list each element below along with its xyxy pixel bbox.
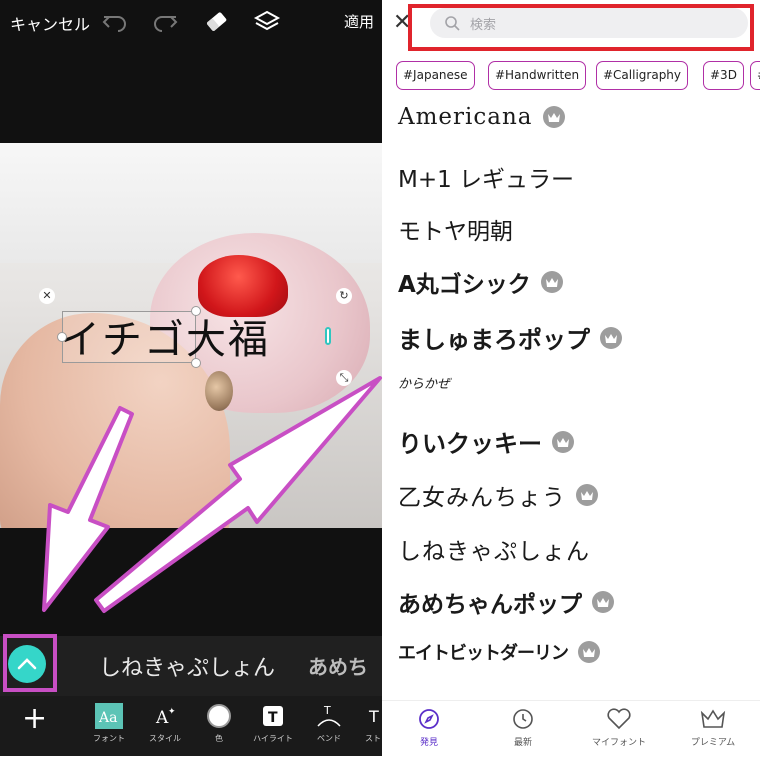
annotation-arrows bbox=[42, 376, 382, 613]
arrow-up-right bbox=[94, 376, 382, 613]
